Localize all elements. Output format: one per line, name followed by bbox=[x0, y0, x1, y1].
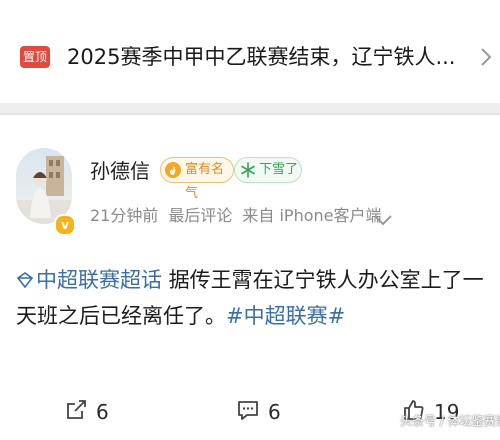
post-status: 最后评论 bbox=[168, 206, 233, 225]
watermark: 头条号 / 体坛鉴赛录 bbox=[386, 410, 500, 432]
fame-label: 富有名气 bbox=[185, 162, 225, 201]
weather-badge[interactable]: 下雪了 bbox=[234, 157, 302, 183]
chevron-right-icon[interactable] bbox=[478, 45, 494, 69]
topic-link[interactable]: 中超联赛超话 bbox=[16, 268, 162, 292]
diamond-icon bbox=[16, 272, 34, 288]
author-name[interactable]: 孙德信 bbox=[90, 157, 150, 185]
snowflake-icon bbox=[241, 162, 255, 178]
flame-icon bbox=[165, 162, 181, 178]
comment-button[interactable]: 6 bbox=[236, 392, 296, 432]
chevron-down-icon[interactable] bbox=[372, 213, 394, 227]
fame-badge[interactable]: 富有名气 bbox=[160, 157, 234, 201]
pinned-title[interactable]: 2025赛季中甲中乙联赛结束，辽宁铁人... bbox=[67, 40, 472, 74]
watermark-text: 头条号 / 体坛鉴赛录 bbox=[400, 414, 500, 428]
avatar[interactable] bbox=[16, 148, 72, 224]
topic-label: 中超联赛超话 bbox=[36, 268, 162, 292]
hashtag-link[interactable]: #中超联赛# bbox=[226, 304, 345, 328]
pinned-post-bar[interactable]: 置顶 2025赛季中甲中乙联赛结束，辽宁铁人... bbox=[0, 0, 500, 103]
watermark-logo-icon bbox=[386, 415, 398, 427]
weather-label: 下雪了 bbox=[259, 162, 299, 177]
post-time: 21分钟前 bbox=[90, 206, 159, 225]
post-source[interactable]: 来自 iPhone客户端 bbox=[242, 206, 381, 225]
repost-button[interactable]: 6 bbox=[64, 392, 124, 432]
comment-icon bbox=[238, 401, 258, 420]
pinned-badge: 置顶 bbox=[20, 46, 50, 68]
post-body: 中超联赛超话 据传王霄在辽宁铁人办公室上了一天班之后已经离任了。#中超联赛# bbox=[16, 262, 486, 334]
verified-badge-icon: v bbox=[54, 214, 76, 236]
comment-count: 6 bbox=[268, 400, 281, 424]
repost-count: 6 bbox=[96, 400, 109, 424]
repost-icon bbox=[67, 400, 86, 419]
post-meta: 21分钟前 最后评论 来自 iPhone客户端 bbox=[90, 203, 392, 229]
avatar-image bbox=[16, 148, 72, 224]
